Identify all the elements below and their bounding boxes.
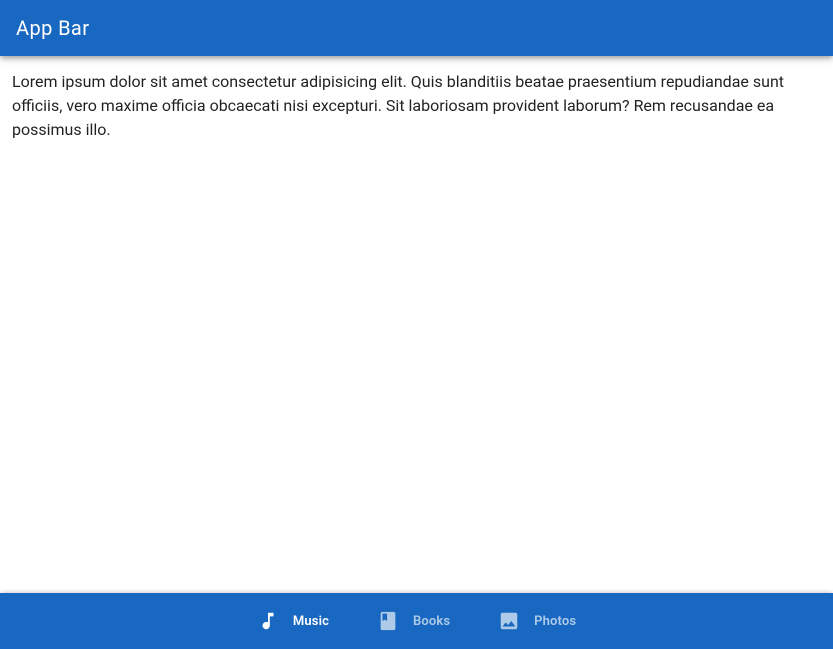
music-note-icon bbox=[257, 610, 279, 632]
nav-item-photos[interactable]: Photos bbox=[474, 593, 600, 649]
nav-item-label: Photos bbox=[534, 614, 576, 629]
main-content: Lorem ipsum dolor sit amet consectetur a… bbox=[0, 56, 833, 593]
app-bar-title: App Bar bbox=[16, 16, 89, 40]
bottom-nav-inner: Music Books Photos bbox=[233, 593, 600, 649]
nav-item-label: Music bbox=[293, 614, 329, 629]
book-icon bbox=[377, 610, 399, 632]
image-icon bbox=[498, 610, 520, 632]
nav-item-music[interactable]: Music bbox=[233, 593, 353, 649]
body-paragraph: Lorem ipsum dolor sit amet consectetur a… bbox=[12, 70, 821, 142]
nav-item-label: Books bbox=[413, 614, 450, 629]
bottom-navigation: Music Books Photos bbox=[0, 593, 833, 649]
app-bar: App Bar bbox=[0, 0, 833, 56]
nav-item-books[interactable]: Books bbox=[353, 593, 474, 649]
